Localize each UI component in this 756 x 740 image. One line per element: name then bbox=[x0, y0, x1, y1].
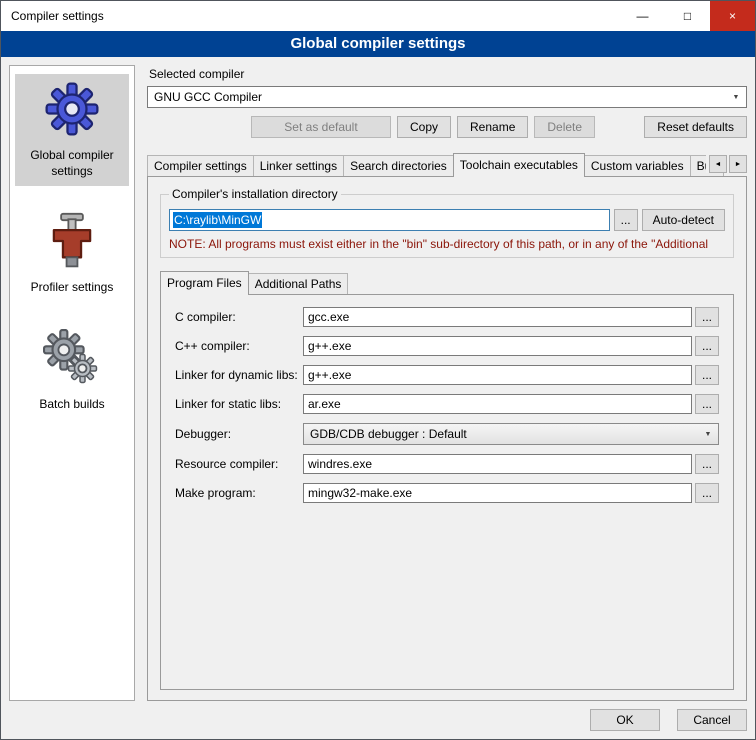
settings-tabs: Compiler settings Linker settings Search… bbox=[147, 152, 747, 176]
tab-search-directories[interactable]: Search directories bbox=[343, 155, 454, 176]
tab-scroll-left-button[interactable]: ◄ bbox=[709, 155, 727, 173]
linker-dynamic-input[interactable] bbox=[303, 365, 692, 385]
ok-button[interactable]: OK bbox=[590, 709, 660, 731]
form-row: Linker for static libs: ... bbox=[175, 394, 719, 414]
selected-compiler-label: Selected compiler bbox=[149, 67, 747, 81]
set-as-default-button[interactable]: Set as default bbox=[251, 116, 391, 138]
settings-main: Selected compiler GNU GCC Compiler ▼ Set… bbox=[147, 65, 747, 701]
form-row: C compiler: ... bbox=[175, 307, 719, 327]
rename-button[interactable]: Rename bbox=[457, 116, 528, 138]
installation-directory-input[interactable]: C:\raylib\MinGW bbox=[169, 209, 610, 231]
reset-defaults-button[interactable]: Reset defaults bbox=[644, 116, 747, 138]
make-program-input[interactable] bbox=[303, 483, 692, 503]
cpp-compiler-browse-button[interactable]: ... bbox=[695, 336, 719, 356]
category-sidebar: Global compiler settings Profiler settin… bbox=[9, 65, 135, 701]
compiler-actions: Set as default Copy Rename Delete Reset … bbox=[147, 116, 747, 138]
selected-compiler-dropdown[interactable]: GNU GCC Compiler ▼ bbox=[147, 86, 747, 108]
sidebar-item-label: Batch builds bbox=[17, 397, 127, 413]
debugger-dropdown[interactable]: GDB/CDB debugger : Default ▼ bbox=[303, 423, 719, 445]
bin-subdirectory-note: NOTE: All programs must exist either in … bbox=[169, 237, 725, 251]
debugger-label: Debugger: bbox=[175, 427, 303, 441]
gear-icon bbox=[42, 80, 102, 140]
form-row: Resource compiler: ... bbox=[175, 454, 719, 474]
form-row: C++ compiler: ... bbox=[175, 336, 719, 356]
debugger-value: GDB/CDB debugger : Default bbox=[310, 427, 467, 441]
tab-custom-variables[interactable]: Custom variables bbox=[584, 155, 691, 176]
page-title: Global compiler settings bbox=[1, 31, 755, 57]
linker-dynamic-browse-button[interactable]: ... bbox=[695, 365, 719, 385]
cpp-compiler-label: C++ compiler: bbox=[175, 339, 303, 353]
titlebar: Compiler settings — □ × bbox=[1, 1, 755, 31]
tab-scroll-right-button[interactable]: ► bbox=[729, 155, 747, 173]
sidebar-item-label: Global compiler settings bbox=[17, 148, 127, 179]
tab-additional-paths[interactable]: Additional Paths bbox=[248, 273, 349, 294]
auto-detect-button[interactable]: Auto-detect bbox=[642, 209, 725, 231]
resource-compiler-input[interactable] bbox=[303, 454, 692, 474]
tab-linker-settings[interactable]: Linker settings bbox=[253, 155, 344, 176]
sidebar-item-batch-builds[interactable]: Batch builds bbox=[15, 323, 129, 420]
tab-compiler-settings[interactable]: Compiler settings bbox=[147, 155, 254, 176]
close-button[interactable]: × bbox=[710, 1, 755, 31]
gears-icon bbox=[42, 329, 102, 389]
installation-directory-value: C:\raylib\MinGW bbox=[173, 212, 262, 228]
resource-compiler-browse-button[interactable]: ... bbox=[695, 454, 719, 474]
delete-button[interactable]: Delete bbox=[534, 116, 595, 138]
installation-directory-group: Compiler's installation directory C:\ray… bbox=[160, 187, 734, 258]
maximize-button[interactable]: □ bbox=[665, 1, 710, 31]
linker-static-input[interactable] bbox=[303, 394, 692, 414]
toolchain-executables-panel: Compiler's installation directory C:\ray… bbox=[147, 176, 747, 701]
program-files-panel: C compiler: ... C++ compiler: ... Linker… bbox=[160, 294, 734, 690]
installation-directory-legend: Compiler's installation directory bbox=[169, 187, 341, 201]
window-title: Compiler settings bbox=[1, 9, 620, 23]
linker-dynamic-label: Linker for dynamic libs: bbox=[175, 368, 303, 382]
cpp-compiler-input[interactable] bbox=[303, 336, 692, 356]
selected-compiler-value: GNU GCC Compiler bbox=[154, 90, 262, 104]
tab-scroll-controls: ◄ ► bbox=[706, 155, 747, 173]
minimize-button[interactable]: — bbox=[620, 1, 665, 31]
profiler-tool-icon bbox=[42, 212, 102, 272]
copy-button[interactable]: Copy bbox=[397, 116, 451, 138]
chevron-down-icon: ▼ bbox=[727, 88, 745, 106]
make-program-browse-button[interactable]: ... bbox=[695, 483, 719, 503]
tab-toolchain-executables[interactable]: Toolchain executables bbox=[453, 153, 585, 177]
chevron-down-icon: ▼ bbox=[699, 425, 717, 443]
form-row: Make program: ... bbox=[175, 483, 719, 503]
program-tabs: Program Files Additional Paths bbox=[160, 270, 734, 294]
form-row: Linker for dynamic libs: ... bbox=[175, 365, 719, 385]
resource-compiler-label: Resource compiler: bbox=[175, 457, 303, 471]
dialog-footer: OK Cancel bbox=[9, 709, 747, 731]
c-compiler-browse-button[interactable]: ... bbox=[695, 307, 719, 327]
sidebar-item-global-compiler-settings[interactable]: Global compiler settings bbox=[15, 74, 129, 186]
c-compiler-input[interactable] bbox=[303, 307, 692, 327]
dialog-body: Global compiler settings Profiler settin… bbox=[1, 57, 755, 739]
form-row: Debugger: GDB/CDB debugger : Default ▼ bbox=[175, 423, 719, 445]
tab-program-files[interactable]: Program Files bbox=[160, 271, 249, 295]
installation-directory-browse-button[interactable]: ... bbox=[614, 209, 638, 231]
make-program-label: Make program: bbox=[175, 486, 303, 500]
sidebar-item-label: Profiler settings bbox=[17, 280, 127, 296]
linker-static-browse-button[interactable]: ... bbox=[695, 394, 719, 414]
sidebar-item-profiler-settings[interactable]: Profiler settings bbox=[15, 206, 129, 303]
cancel-button[interactable]: Cancel bbox=[677, 709, 747, 731]
c-compiler-label: C compiler: bbox=[175, 310, 303, 324]
linker-static-label: Linker for static libs: bbox=[175, 397, 303, 411]
